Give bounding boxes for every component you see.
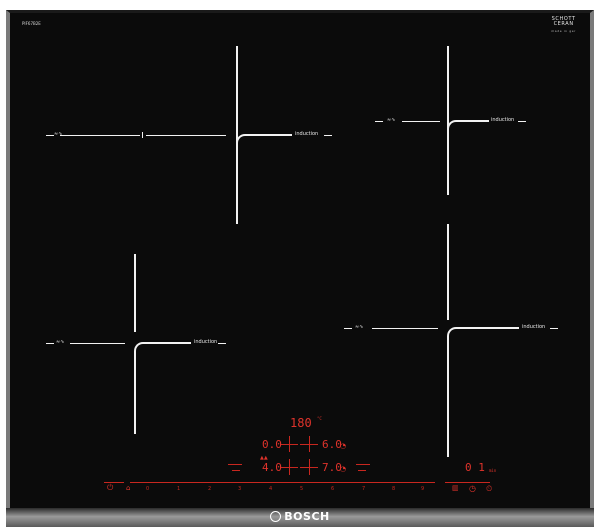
zone-marker-horizontal <box>402 121 440 122</box>
zone-selector-cross <box>309 459 310 475</box>
power-slider-right-cap <box>445 482 490 483</box>
zone-edge-mark <box>324 135 332 136</box>
zone-corner-marker <box>447 327 519 457</box>
zone-marker-vertical <box>447 224 449 320</box>
slider-tick-5[interactable]: 5 <box>300 486 303 492</box>
left-zone-indicator <box>228 464 242 465</box>
zone-divider-tick <box>142 132 143 138</box>
zone-marker-horizontal <box>60 135 140 136</box>
induction-wave-icon: ≈∿ <box>56 339 65 345</box>
zone-selector-cross <box>309 436 310 452</box>
zone-edge-mark <box>46 343 54 344</box>
timer-icon[interactable]: ◷ <box>469 484 476 493</box>
slider-tick-9[interactable]: 9 <box>421 486 424 492</box>
right-zone-indicator <box>356 464 370 465</box>
power-slider[interactable] <box>130 482 435 483</box>
zone-edge-mark <box>550 328 558 329</box>
zone-selector-cross <box>289 436 290 452</box>
stopwatch-icon[interactable]: ◔ <box>340 465 346 473</box>
slider-tick-1[interactable]: 1 <box>177 486 180 492</box>
zone-edge-mark <box>218 343 226 344</box>
timer-unit: min <box>489 468 497 473</box>
slider-tick-3[interactable]: 3 <box>238 486 241 492</box>
brand-logo: BOSCH <box>0 510 600 523</box>
induction-wave-icon: ≈∿ <box>54 131 63 137</box>
zone-marker-horizontal <box>372 328 438 329</box>
zone-corner-marker <box>134 342 191 434</box>
power-level-top-right[interactable]: 6.0 <box>322 438 342 451</box>
power-level-bottom-left[interactable]: 4.0 <box>262 461 282 474</box>
power-level-bottom-right[interactable]: 7.0 <box>322 461 342 474</box>
slider-tick-7[interactable]: 7 <box>362 486 365 492</box>
induction-label: induction <box>295 131 319 137</box>
power-icon[interactable]: ⏻ <box>107 483 113 493</box>
slider-tick-0[interactable]: 0 <box>146 486 149 492</box>
zone-marker-vertical <box>134 254 136 332</box>
child-lock-icon[interactable]: ⌂ <box>126 484 130 492</box>
slider-tick-6[interactable]: 6 <box>331 486 334 492</box>
left-zone-indicator <box>232 470 240 471</box>
timer-readout: 0 1 <box>465 461 485 474</box>
induction-label: induction <box>522 324 546 330</box>
slider-tick-8[interactable]: 8 <box>392 486 395 492</box>
zone-edge-mark <box>518 121 526 122</box>
slider-tick-2[interactable]: 2 <box>208 486 211 492</box>
zone-marker-horizontal <box>146 135 226 136</box>
zone-corner-marker <box>236 134 292 222</box>
wipe-protect-icon[interactable]: ▥ <box>452 484 459 492</box>
boost-icon[interactable]: ▲▲ <box>260 455 268 461</box>
temperature-unit: °C <box>317 416 322 421</box>
keep-warm-icon[interactable]: ◔ <box>340 442 346 450</box>
bosch-armature-icon <box>270 511 282 522</box>
zone-edge-mark <box>46 135 54 136</box>
zone-marker-horizontal <box>70 343 125 344</box>
induction-label: induction <box>491 117 515 123</box>
model-code: PIF67B2E <box>22 21 41 26</box>
induction-label: induction <box>194 339 218 345</box>
schott-ceran-logo: SCHOTT CERAN made in ger <box>551 16 576 34</box>
induction-wave-icon: ≈∿ <box>387 117 396 123</box>
zone-edge-mark <box>375 121 383 122</box>
zone-selector-cross <box>289 459 290 475</box>
right-zone-indicator <box>358 470 366 471</box>
temperature-readout: 180 <box>290 416 312 430</box>
cooktop-frame: PIF67B2E SCHOTT CERAN made in ger ≈∿ indu… <box>0 0 600 527</box>
alarm-icon[interactable]: ⏲ <box>486 484 492 494</box>
slider-tick-4[interactable]: 4 <box>269 486 272 492</box>
induction-wave-icon: ≈∿ <box>355 324 364 330</box>
zone-edge-mark <box>344 328 352 329</box>
zone-corner-marker <box>447 120 489 195</box>
power-level-top-left[interactable]: 0.0 <box>262 438 282 451</box>
